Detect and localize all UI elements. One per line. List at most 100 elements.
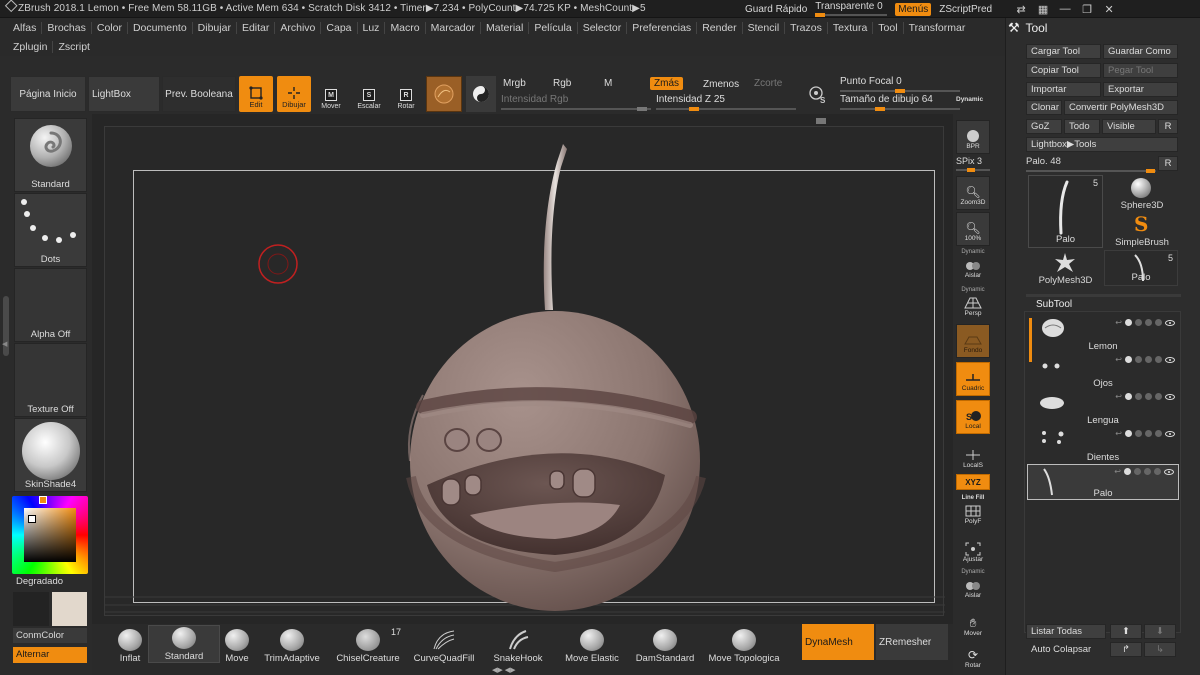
tool-thumb-simplebrush[interactable]: S SimpleBrush xyxy=(1106,212,1178,248)
zcut-toggle[interactable]: Zcorte xyxy=(754,78,782,89)
subtool-row-dientes[interactable]: ↩ Dientes xyxy=(1027,427,1179,463)
brush-damstandard[interactable]: DamStandard xyxy=(632,624,698,664)
lightbox-tools-button[interactable]: Lightbox▶Tools xyxy=(1026,137,1178,152)
menu-archivo[interactable]: Archivo xyxy=(275,22,320,34)
transp-isolate-button[interactable]: Dynamic Aislar xyxy=(956,568,990,602)
menu-selector[interactable]: Selector xyxy=(578,22,627,34)
list-all-button[interactable]: Listar Todas xyxy=(1026,624,1106,639)
rgb-toggle[interactable]: Rgb xyxy=(553,78,571,89)
menu-material[interactable]: Material xyxy=(481,22,528,34)
rotate-view-button[interactable]: ⟳ Rotar xyxy=(956,642,990,672)
local-symmetry-button[interactable]: LocalS xyxy=(956,438,990,472)
tool-slider-knob[interactable] xyxy=(1146,169,1155,173)
material-selector[interactable]: SkinShade4 xyxy=(14,418,87,492)
tool-palette-header[interactable]: ⚒︎ Tool xyxy=(1008,20,1047,36)
brush-standard[interactable]: Standard xyxy=(148,625,220,663)
tool-thumb-polymesh3d[interactable]: PolyMesh3D xyxy=(1028,250,1103,286)
load-tool-button[interactable]: Cargar Tool xyxy=(1026,44,1101,59)
menu-tool[interactable]: Tool xyxy=(873,22,902,34)
canvas-viewport[interactable] xyxy=(104,126,945,617)
menu-preferencias[interactable]: Preferencias xyxy=(627,22,696,34)
menu-transformar[interactable]: Transformar xyxy=(904,22,971,34)
subtool-header[interactable]: SubTool xyxy=(1036,299,1072,310)
menu-brochas[interactable]: Brochas xyxy=(42,22,91,34)
menu-textura[interactable]: Textura xyxy=(828,22,872,34)
local-button[interactable]: S Local xyxy=(956,400,990,434)
menu-macro[interactable]: Macro xyxy=(385,22,424,34)
tool-thumb-palo-current[interactable]: 5 Palo xyxy=(1028,175,1103,248)
minimize-icon[interactable]: — xyxy=(1056,2,1074,16)
tray-collapse-icon[interactable]: ◀ xyxy=(2,340,7,348)
main-color-swatch[interactable] xyxy=(52,592,87,626)
menu-trazos[interactable]: Trazos xyxy=(785,22,827,34)
menu-luz[interactable]: Luz xyxy=(358,22,385,34)
tool-slider-reset-button[interactable]: R xyxy=(1158,156,1178,171)
menu-pelicula[interactable]: Película xyxy=(529,22,576,34)
brush-bar-scroll-icons[interactable]: ◀▶ ◀▶ xyxy=(492,666,515,674)
arrow-up-right-icon[interactable]: ↱ xyxy=(1110,642,1142,657)
z-intensity-knob[interactable] xyxy=(689,107,699,111)
lengua-visibility-eye-icon[interactable] xyxy=(1165,393,1175,400)
lemon-poly-toggle[interactable] xyxy=(1125,319,1132,326)
z-intensity-slider[interactable]: Intensidad Z 25 xyxy=(656,94,796,111)
tool-thumb-sphere3d[interactable]: Sphere3D xyxy=(1106,175,1178,211)
brush-inflat[interactable]: Inflat xyxy=(110,624,150,664)
actual-size-button[interactable]: 🔍︎ 100% xyxy=(956,212,990,246)
brush-move-topological[interactable]: Move Topologica xyxy=(704,624,784,664)
rotate-mode-button[interactable]: R Rotar xyxy=(390,80,422,110)
make-polymesh-button[interactable]: Convertir PolyMesh3D xyxy=(1064,100,1178,115)
polyframe-button[interactable]: Line Fill PolyF xyxy=(956,494,990,528)
grid-button[interactable]: Cuadric xyxy=(956,362,990,396)
move-down-arrow-icon[interactable]: ⬇ xyxy=(1144,624,1176,639)
switch-color-button[interactable]: ConmColor xyxy=(13,628,87,643)
menu-color[interactable]: Color xyxy=(92,22,127,34)
menu-editar[interactable]: Editar xyxy=(237,22,274,34)
transparent-slider[interactable]: Transparente 0 xyxy=(815,1,888,17)
save-as-button[interactable]: Guardar Como xyxy=(1103,44,1178,59)
goz-visible-button[interactable]: Visible xyxy=(1102,119,1156,134)
move-mode-button[interactable]: M Mover xyxy=(315,80,347,110)
mrgb-toggle[interactable]: Mrgb xyxy=(503,78,526,89)
export-button[interactable]: Exportar xyxy=(1103,82,1178,97)
edit-mode-button[interactable]: Edit xyxy=(239,76,273,112)
gradient-label[interactable]: Degradado xyxy=(16,576,63,587)
move-view-button[interactable]: ✋︎ Mover xyxy=(956,606,990,640)
lemon-visibility-eye-icon[interactable] xyxy=(1165,319,1175,326)
stroke-selector[interactable]: Dots xyxy=(14,193,87,267)
close-icon[interactable]: ✕ xyxy=(1100,2,1118,16)
brush-move[interactable]: Move xyxy=(222,624,252,664)
paste-tool-button[interactable]: Pegar Tool xyxy=(1103,63,1178,78)
menu-marcador[interactable]: Marcador xyxy=(426,22,480,34)
menu-capa[interactable]: Capa xyxy=(321,22,356,34)
brush-move-elastic[interactable]: Move Elastic xyxy=(560,624,624,664)
hue-marker[interactable] xyxy=(39,496,47,504)
brush-selector[interactable]: Standard xyxy=(14,118,87,192)
subtool-row-ojos[interactable]: ↩ Ojos xyxy=(1027,353,1179,389)
zsub-toggle[interactable]: Zmenos xyxy=(703,79,739,90)
goz-button[interactable]: GoZ xyxy=(1026,119,1062,134)
goz-r-button[interactable]: R xyxy=(1158,119,1178,134)
tool-slider[interactable]: Palo. 48 xyxy=(1026,156,1156,173)
dynamic-isolate-button[interactable]: Dynamic Aislar xyxy=(956,248,990,282)
palo-visibility-eye-icon[interactable] xyxy=(1164,468,1174,475)
dientes-visibility-eye-icon[interactable] xyxy=(1165,430,1175,437)
dynamesh-button[interactable]: DynaMesh xyxy=(802,624,874,660)
lemon-model[interactable] xyxy=(105,127,945,617)
menu-alfas[interactable]: Alfas xyxy=(8,22,41,34)
menus-toggle[interactable]: Menús xyxy=(895,2,932,16)
document-canvas[interactable] xyxy=(92,114,953,624)
ojos-visibility-eye-icon[interactable] xyxy=(1165,356,1175,363)
goz-all-button[interactable]: Todo xyxy=(1064,119,1100,134)
draw-mode-button[interactable]: Dibujar xyxy=(277,76,311,112)
menu-zscript[interactable]: Zscript xyxy=(53,41,95,53)
perspective-button[interactable]: Dynamic Persp xyxy=(956,286,990,320)
focal-shift-knob[interactable] xyxy=(895,89,905,93)
focal-shift-slider[interactable]: Punto Focal 0 xyxy=(840,76,960,93)
draw-size-slider[interactable]: Tamaño de dibujo 64 xyxy=(840,94,960,111)
secondary-color-swatch[interactable] xyxy=(13,592,49,626)
m-toggle[interactable]: M xyxy=(604,78,612,89)
zadd-toggle[interactable]: Zmás xyxy=(650,77,683,90)
color-picker[interactable] xyxy=(12,496,88,574)
auto-collapse-button[interactable]: Auto Colapsar xyxy=(1026,642,1106,657)
menu-stencil[interactable]: Stencil xyxy=(743,22,785,34)
